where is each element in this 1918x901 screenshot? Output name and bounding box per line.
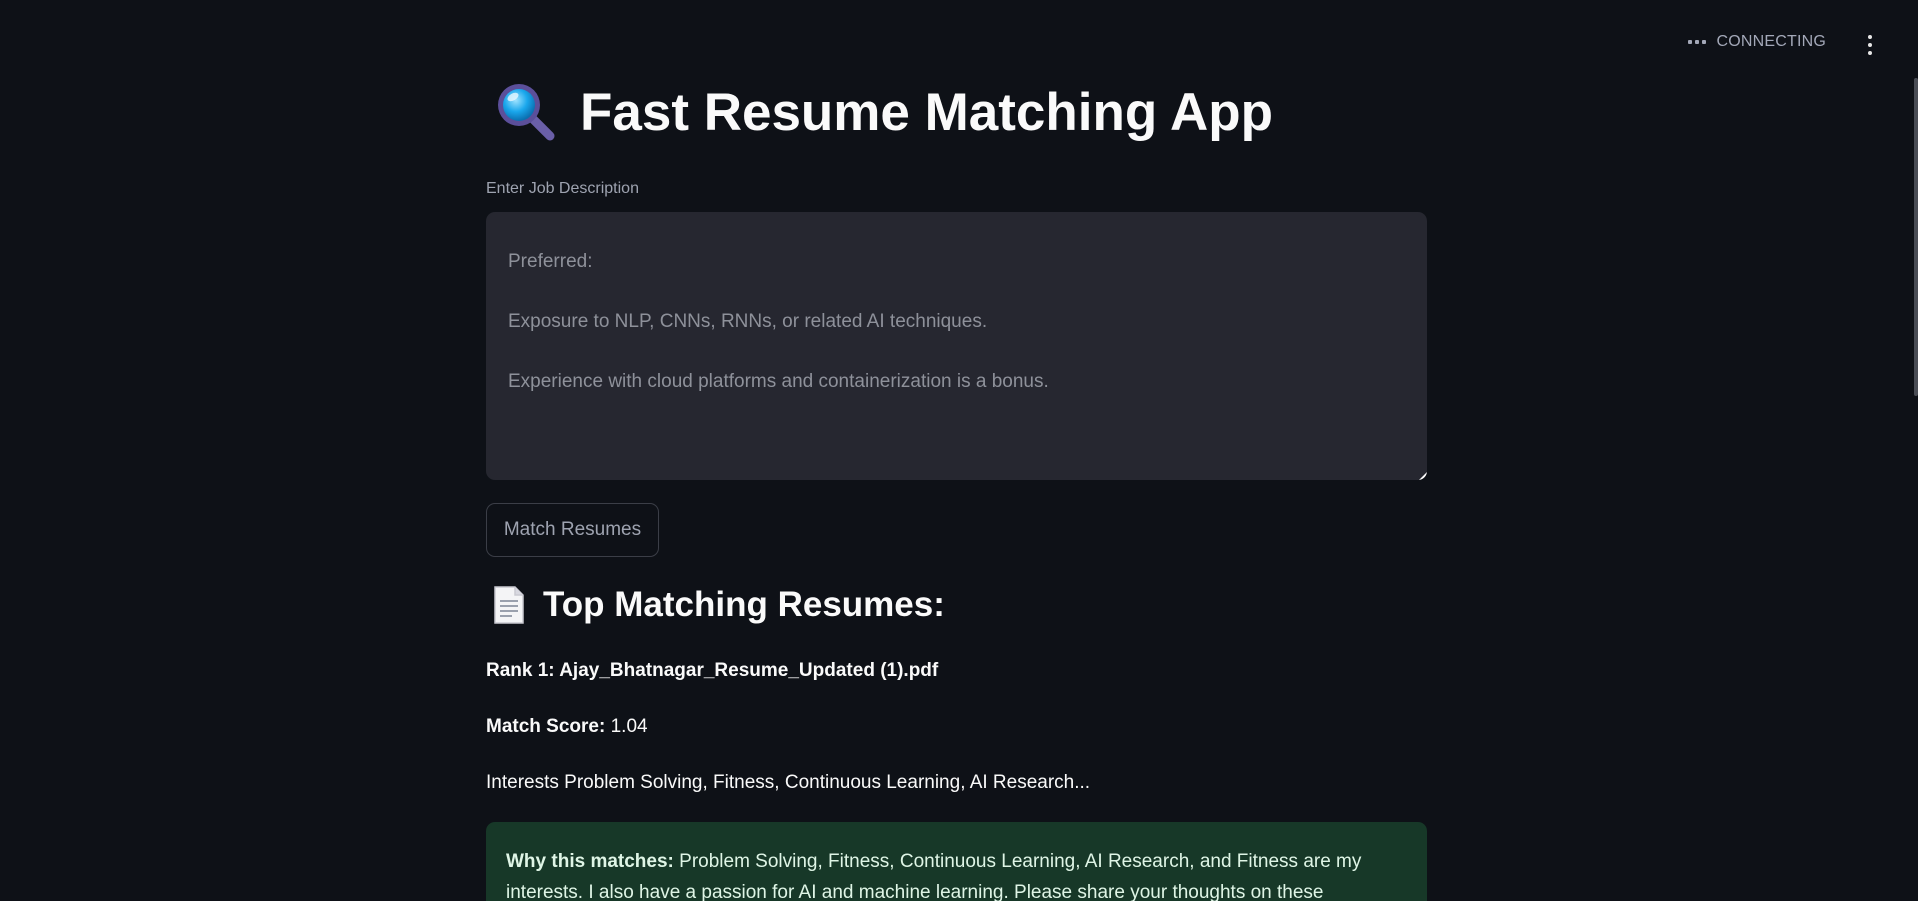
vertical-dots-icon bbox=[1868, 35, 1872, 39]
match-explanation-label: Why this matches: bbox=[506, 851, 674, 872]
app-root: CONNECTING Fast Resume Matching App Ente… bbox=[0, 0, 1918, 901]
textarea-line: Experience with cloud platforms and cont… bbox=[508, 371, 1049, 392]
result-rank: Rank 1: Ajay_Bhatnagar_Resume_Updated (1… bbox=[486, 660, 939, 681]
document-icon bbox=[492, 585, 526, 625]
magnifying-glass-icon bbox=[494, 80, 558, 144]
match-score: Match Score: 1.04 bbox=[486, 716, 648, 738]
scrollbar[interactable] bbox=[1914, 78, 1918, 396]
resize-handle[interactable] bbox=[1419, 472, 1427, 480]
match-resumes-button[interactable]: Match Resumes bbox=[486, 503, 659, 557]
match-explanation-box: Why this matches: Problem Solving, Fitne… bbox=[486, 822, 1427, 901]
page-title-text: Fast Resume Matching App bbox=[580, 82, 1274, 142]
resume-snippet: Interests Problem Solving, Fitness, Cont… bbox=[486, 772, 1091, 793]
page-title: Fast Resume Matching App bbox=[494, 80, 1273, 144]
match-score-value: 1.04 bbox=[610, 716, 648, 737]
match-score-label: Match Score: bbox=[486, 716, 606, 737]
results-heading: Top Matching Resumes: bbox=[492, 585, 945, 625]
job-description-textarea[interactable]: Preferred: Exposure to NLP, CNNs, RNNs, … bbox=[486, 212, 1427, 480]
main-menu-button[interactable] bbox=[1860, 33, 1880, 57]
results-heading-text: Top Matching Resumes: bbox=[543, 585, 945, 624]
job-description-label: Enter Job Description bbox=[486, 180, 639, 197]
connection-status-label: CONNECTING bbox=[1716, 33, 1826, 50]
textarea-line: Preferred: bbox=[508, 251, 593, 272]
ellipsis-icon bbox=[1688, 40, 1707, 44]
connection-status: CONNECTING bbox=[1688, 33, 1826, 51]
textarea-line: Exposure to NLP, CNNs, RNNs, or related … bbox=[508, 311, 988, 332]
